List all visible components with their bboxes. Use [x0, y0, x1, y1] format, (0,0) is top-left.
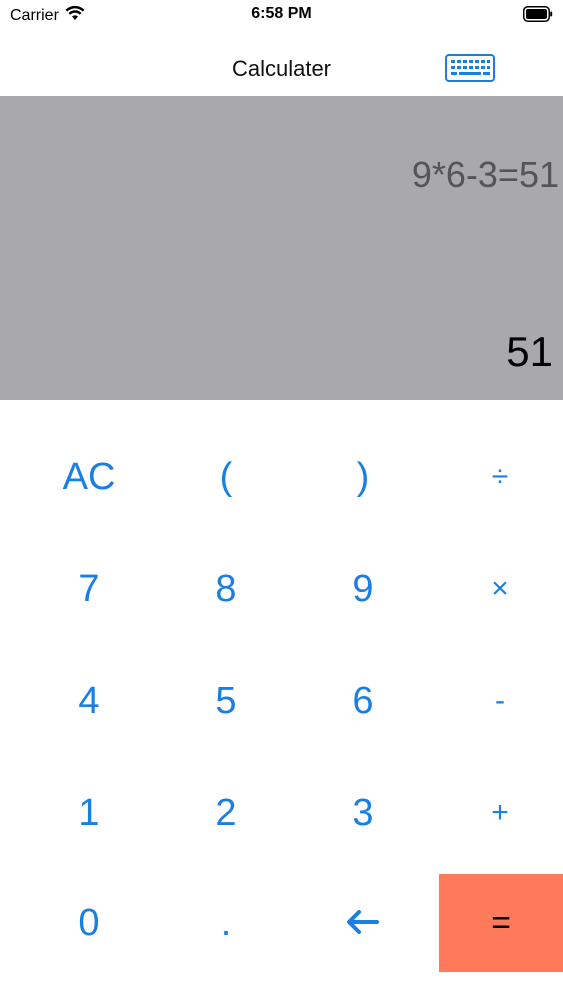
digit-3-button[interactable]: 3 — [301, 764, 425, 862]
expression-text: 9*6-3=51 — [411, 154, 559, 195]
digit-6-button[interactable]: 6 — [301, 652, 425, 750]
minus-button[interactable]: - — [438, 652, 562, 750]
calculator-display: 9*6-3=51 51 — [0, 96, 563, 400]
digit-4-button[interactable]: 4 — [27, 652, 151, 750]
result-text: 51 — [506, 328, 553, 375]
divide-button[interactable]: ÷ — [438, 428, 562, 526]
backspace-button[interactable] — [301, 874, 425, 972]
multiply-button[interactable]: × — [438, 540, 562, 638]
equals-button[interactable]: = — [439, 874, 563, 972]
digit-8-button[interactable]: 8 — [164, 540, 288, 638]
status-bar: Carrier 6:58 PM — [0, 0, 563, 30]
close-paren-button[interactable]: ) — [301, 428, 425, 526]
arrow-left-icon — [346, 902, 380, 945]
keyboard-icon — [445, 53, 495, 87]
digit-5-button[interactable]: 5 — [164, 652, 288, 750]
decimal-button[interactable]: . — [164, 874, 288, 972]
plus-button[interactable]: + — [438, 764, 562, 862]
keypad: AC ( ) ÷ 7 8 9 × 4 5 6 - 1 2 3 + 0 . = — [0, 420, 563, 980]
open-paren-button[interactable]: ( — [164, 428, 288, 526]
battery-icon — [523, 6, 553, 22]
digit-2-button[interactable]: 2 — [164, 764, 288, 862]
status-time: 6:58 PM — [251, 5, 312, 22]
nav-bar: Calculater — [0, 40, 563, 96]
digit-9-button[interactable]: 9 — [301, 540, 425, 638]
digit-0-button[interactable]: 0 — [27, 874, 151, 972]
digit-1-button[interactable]: 1 — [27, 764, 151, 862]
digit-7-button[interactable]: 7 — [27, 540, 151, 638]
clear-button[interactable]: AC — [27, 428, 151, 526]
keyboard-button[interactable] — [440, 52, 500, 88]
